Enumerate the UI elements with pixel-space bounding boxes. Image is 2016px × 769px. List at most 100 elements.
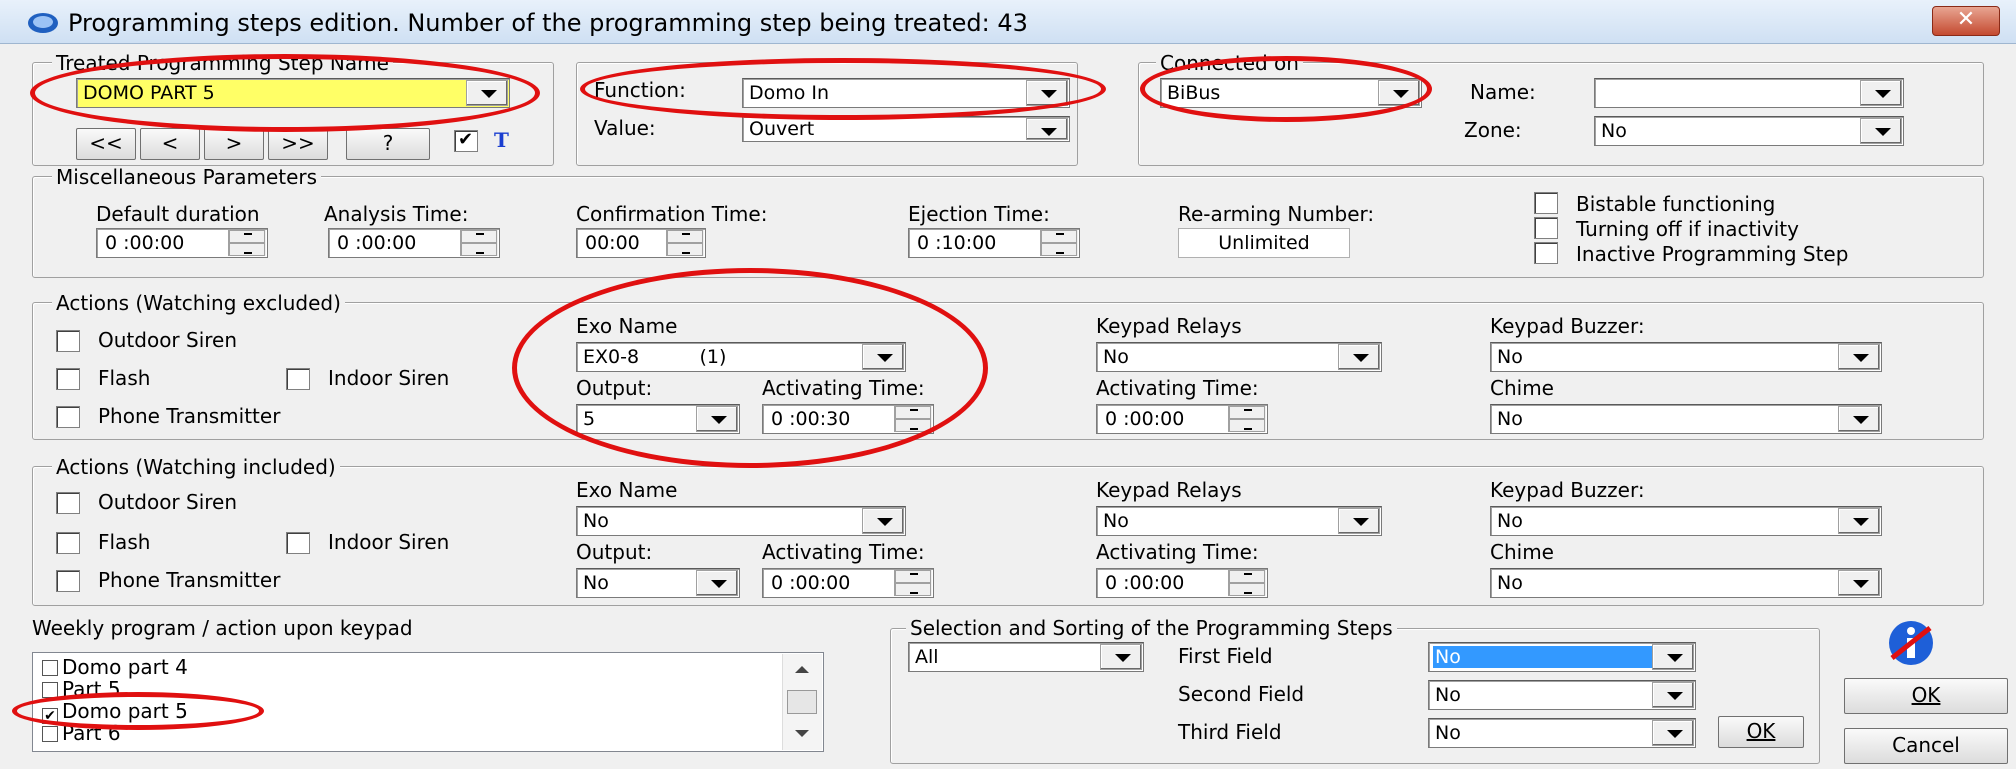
ejection-time-spinner[interactable]: 0 :10:00 [908, 228, 1080, 258]
inactive-step-checkbox[interactable] [1534, 242, 1558, 264]
list-item[interactable]: ✔ Domo part 5 [42, 700, 188, 724]
filter-combo[interactable]: All [908, 642, 1144, 672]
name-combo[interactable] [1594, 78, 1904, 108]
checkbox-icon[interactable] [42, 726, 58, 742]
chevron-down-icon[interactable] [862, 508, 904, 534]
outdoor-siren-checkbox[interactable] [56, 330, 80, 352]
first-field-combo[interactable]: No [1428, 642, 1696, 672]
step-name-combo[interactable]: DOMO PART 5 [76, 78, 510, 108]
spin-up-icon[interactable] [895, 570, 931, 583]
chevron-down-icon[interactable] [1652, 720, 1694, 746]
spin-up-icon[interactable] [229, 230, 265, 243]
keypad-buzzer-combo[interactable]: No [1490, 506, 1882, 536]
keypad-relays-combo[interactable]: No [1096, 342, 1382, 372]
chevron-down-icon[interactable] [1378, 80, 1420, 106]
chevron-down-icon[interactable] [1838, 406, 1880, 432]
spin-down-icon[interactable] [895, 419, 931, 432]
exo-name-combo[interactable]: No [576, 506, 906, 536]
flash-checkbox[interactable] [56, 368, 80, 390]
list-scrollbar[interactable] [782, 654, 822, 750]
function-combo[interactable]: Domo In [742, 78, 1070, 108]
bistable-checkbox[interactable] [1534, 192, 1558, 214]
indoor-siren-checkbox[interactable] [286, 368, 310, 390]
analysis-time-spinner[interactable]: 0 :00:00 [328, 228, 500, 258]
activating-time-spinner[interactable]: 0 :00:30 [762, 404, 934, 434]
output-combo[interactable]: 5 [576, 404, 740, 434]
keypad-activating-spinner[interactable]: 0 :00:00 [1096, 568, 1268, 598]
list-item[interactable]: Domo part 4 [42, 656, 188, 678]
chevron-down-icon[interactable] [466, 80, 508, 106]
chevron-down-icon[interactable] [1838, 508, 1880, 534]
outdoor-siren-checkbox[interactable] [56, 492, 80, 514]
keypad-relays-combo[interactable]: No [1096, 506, 1382, 536]
spin-down-icon[interactable] [667, 243, 703, 256]
keypad-activating-spinner[interactable]: 0 :00:00 [1096, 404, 1268, 434]
list-item[interactable]: Part 5 [42, 678, 121, 700]
cancel-button[interactable]: Cancel [1844, 728, 2008, 764]
rearming-number-field[interactable]: Unlimited [1178, 228, 1350, 258]
checkbox-icon[interactable] [42, 660, 58, 676]
spin-up-icon[interactable] [1229, 406, 1265, 419]
chevron-down-icon[interactable] [1100, 644, 1142, 670]
value-combo[interactable]: Ouvert [742, 116, 1070, 142]
spin-down-icon[interactable] [461, 243, 497, 256]
chevron-down-icon[interactable] [1652, 682, 1694, 708]
chime-combo[interactable]: No [1490, 404, 1882, 434]
spin-down-icon[interactable] [1229, 419, 1265, 432]
spin-up-icon[interactable] [1229, 570, 1265, 583]
phone-transmitter-checkbox[interactable] [56, 570, 80, 592]
previous-step-button[interactable]: < [140, 128, 200, 160]
spin-up-icon[interactable] [895, 406, 931, 419]
spin-down-icon[interactable] [1229, 583, 1265, 596]
close-button[interactable]: ✕ [1932, 6, 2000, 36]
zone-combo[interactable]: No [1594, 116, 1904, 146]
exo-name-combo[interactable]: EX0-8 (1) [576, 342, 906, 372]
chevron-down-icon[interactable] [1838, 344, 1880, 370]
t-checkbox[interactable] [454, 129, 478, 152]
activating-time-spinner[interactable]: 0 :00:00 [762, 568, 934, 598]
first-step-button[interactable]: << [76, 128, 136, 160]
next-step-button[interactable]: > [204, 128, 264, 160]
confirmation-time-spinner[interactable]: 00:00 [576, 228, 706, 258]
default-duration-spinner[interactable]: 0 :00:00 [96, 228, 268, 258]
spin-down-icon[interactable] [1041, 243, 1077, 256]
chevron-down-icon[interactable] [696, 406, 738, 432]
scroll-up-icon[interactable] [795, 666, 809, 673]
list-item[interactable]: Part 6 [42, 722, 121, 742]
phone-transmitter-checkbox[interactable] [56, 406, 80, 428]
output-label: Output: [576, 540, 653, 564]
flash-checkbox[interactable] [56, 532, 80, 554]
help-button[interactable]: ? [346, 128, 430, 160]
chevron-down-icon[interactable] [1026, 80, 1068, 106]
sorting-ok-button[interactable]: OK [1718, 716, 1804, 748]
chevron-down-icon[interactable] [1860, 80, 1902, 106]
chevron-down-icon[interactable] [696, 570, 738, 596]
second-field-combo[interactable]: No [1428, 680, 1696, 710]
chevron-down-icon[interactable] [1026, 118, 1068, 140]
keypad-buzzer-combo[interactable]: No [1490, 342, 1882, 372]
checkbox-icon[interactable] [42, 682, 58, 698]
spin-up-icon[interactable] [461, 230, 497, 243]
third-field-combo[interactable]: No [1428, 718, 1696, 748]
chevron-down-icon[interactable] [1652, 644, 1694, 670]
ok-button[interactable]: OK [1844, 678, 2008, 714]
spin-down-icon[interactable] [229, 243, 265, 256]
output-combo[interactable]: No [576, 568, 740, 598]
bus-combo[interactable]: BiBus [1160, 78, 1422, 108]
turning-off-checkbox[interactable] [1534, 217, 1558, 239]
chevron-down-icon[interactable] [1338, 508, 1380, 534]
output-label: Output: [576, 376, 653, 400]
last-step-button[interactable]: >> [268, 128, 328, 160]
chime-combo[interactable]: No [1490, 568, 1882, 598]
spin-up-icon[interactable] [667, 230, 703, 243]
scroll-thumb[interactable] [787, 690, 817, 714]
chevron-down-icon[interactable] [1338, 344, 1380, 370]
chevron-down-icon[interactable] [862, 344, 904, 370]
chevron-down-icon[interactable] [1838, 570, 1880, 596]
spin-down-icon[interactable] [895, 583, 931, 596]
keypad-relays-label: Keypad Relays [1096, 314, 1242, 338]
scroll-down-icon[interactable] [795, 730, 809, 737]
chevron-down-icon[interactable] [1860, 118, 1902, 144]
spin-up-icon[interactable] [1041, 230, 1077, 243]
indoor-siren-checkbox[interactable] [286, 532, 310, 554]
